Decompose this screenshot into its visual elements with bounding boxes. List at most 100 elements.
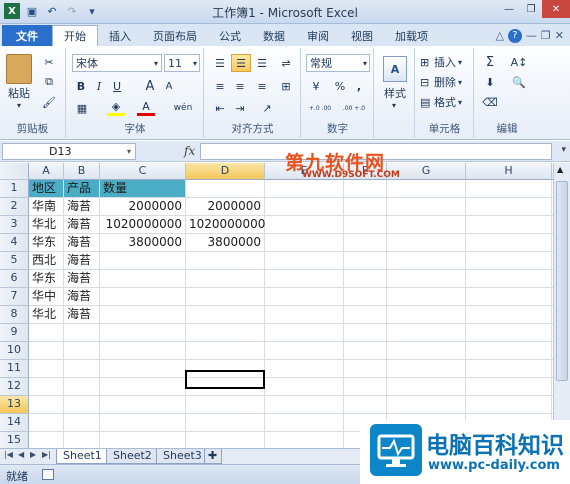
align-center-icon[interactable]: ≡ (231, 78, 249, 94)
workbook-minimize-icon[interactable]: — (526, 29, 537, 42)
paste-dropdown-icon[interactable]: ▾ (12, 100, 26, 110)
align-right-icon[interactable]: ≡ (253, 78, 271, 94)
comma-button[interactable]: , (352, 78, 366, 94)
cell[interactable]: 华南 (29, 198, 63, 215)
grow-font-button[interactable]: A (141, 78, 159, 94)
styles-icon[interactable]: A (383, 56, 407, 82)
minimize-ribbon-icon[interactable]: △ (495, 29, 503, 42)
tab-page-layout[interactable]: 页面布局 (142, 25, 208, 46)
sort-filter-icon[interactable]: A↕ (507, 54, 531, 70)
cell[interactable]: 华中 (29, 288, 63, 305)
workbook-close-icon[interactable]: ✕ (555, 29, 564, 42)
cell[interactable]: 海苔 (64, 216, 99, 233)
font-color-button[interactable]: A (137, 100, 155, 116)
expand-formula-icon[interactable]: ▾ (561, 145, 566, 155)
paste-button[interactable]: 粘贴 (2, 86, 36, 100)
last-sheet-icon[interactable]: ▶| (42, 450, 51, 459)
cell[interactable]: 华北 (29, 216, 63, 233)
cell[interactable]: 海苔 (64, 252, 99, 269)
format-painter-icon[interactable]: 🖌 (40, 94, 58, 110)
help-icon[interactable]: ? (507, 28, 522, 43)
select-all-corner[interactable] (0, 163, 29, 180)
minimize-button[interactable]: — (498, 0, 520, 18)
insert-sheet-icon[interactable]: ✚ (204, 449, 222, 464)
row-header[interactable]: 5 (0, 252, 29, 270)
sheet-tab-sheet2[interactable]: Sheet2 (106, 449, 159, 464)
wrap-text-icon[interactable]: ⇌ (277, 54, 295, 72)
decrease-indent-icon[interactable]: ⇤ (211, 100, 229, 116)
increase-indent-icon[interactable]: ⇥ (231, 100, 249, 116)
cell[interactable]: 华东 (29, 234, 63, 251)
number-format-select[interactable]: 常规 ▾ (306, 54, 370, 72)
shrink-font-button[interactable]: A (161, 78, 177, 94)
bold-button[interactable]: B (73, 78, 89, 94)
cell[interactable]: 1020000000 (186, 216, 265, 233)
tab-addins[interactable]: 加载项 (384, 25, 439, 46)
close-button[interactable]: ✕ (542, 0, 570, 18)
row-header[interactable]: 6 (0, 270, 29, 288)
row-header[interactable]: 8 (0, 306, 29, 324)
paste-icon[interactable] (6, 54, 32, 84)
font-size-select[interactable]: 11 ▾ (164, 54, 200, 72)
merge-center-icon[interactable]: ⊞ (277, 78, 295, 94)
row-header[interactable]: 1 (0, 180, 29, 198)
format-cells-button[interactable]: ▤ 格式 ▾ (420, 94, 472, 110)
cell[interactable]: 产品 (64, 180, 99, 197)
cell[interactable]: 海苔 (64, 288, 99, 305)
tab-formulas[interactable]: 公式 (208, 25, 252, 46)
restore-button[interactable]: ❐ (520, 0, 542, 18)
cell[interactable]: 西北 (29, 252, 63, 269)
column-header[interactable]: D (186, 163, 265, 180)
row-header[interactable]: 7 (0, 288, 29, 306)
align-top-icon[interactable]: ☰ (211, 54, 229, 72)
fill-icon[interactable]: ⬇ (481, 74, 499, 90)
decrease-decimal-button[interactable]: .00 +.0 (338, 100, 370, 116)
row-header[interactable]: 10 (0, 342, 29, 360)
insert-function-button[interactable]: fx (184, 144, 195, 158)
font-name-select[interactable]: 宋体 ▾ (72, 54, 162, 72)
cell[interactable]: 1020000000 (100, 216, 185, 233)
scrollbar-thumb[interactable] (556, 181, 568, 381)
autosum-button[interactable]: Σ (481, 54, 499, 70)
workbook-restore-icon[interactable]: ❐ (541, 29, 551, 42)
cell[interactable]: 3800000 (100, 234, 185, 251)
find-select-icon[interactable]: 🔍 (507, 74, 531, 90)
align-left-icon[interactable]: ≡ (211, 78, 229, 94)
cell[interactable]: 海苔 (64, 198, 99, 215)
delete-cells-button[interactable]: ⊟ 删除 ▾ (420, 74, 472, 90)
phonetic-button[interactable]: wén (171, 100, 195, 116)
cell[interactable]: 3800000 (186, 234, 264, 251)
percent-button[interactable]: % (332, 78, 348, 94)
styles-button[interactable]: 样式 (377, 86, 413, 100)
worksheet-grid[interactable]: ABCDEFGHI 1234567891011121314151617 地区产品… (0, 163, 570, 449)
prev-sheet-icon[interactable]: ◀ (18, 450, 24, 459)
scroll-up-icon[interactable]: ▲ (557, 165, 563, 174)
row-header[interactable]: 12 (0, 378, 29, 396)
row-header[interactable]: 14 (0, 414, 29, 432)
sheet-tab-sheet1[interactable]: Sheet1 (56, 449, 109, 464)
name-box[interactable]: D13 ▾ (2, 143, 136, 160)
cell[interactable]: 海苔 (64, 234, 99, 251)
italic-button[interactable]: I (91, 78, 107, 94)
insert-cells-button[interactable]: ⊞ 插入 ▾ (420, 54, 472, 70)
cell[interactable]: 华北 (29, 306, 63, 323)
tab-insert[interactable]: 插入 (98, 25, 142, 46)
copy-icon[interactable]: ⧉ (40, 74, 58, 90)
row-header[interactable]: 9 (0, 324, 29, 342)
tab-review[interactable]: 审阅 (296, 25, 340, 46)
cell[interactable]: 2000000 (186, 198, 264, 215)
column-header[interactable]: A (29, 163, 64, 180)
orientation-icon[interactable]: ↗ (257, 100, 277, 116)
currency-icon[interactable]: ¥ (306, 78, 326, 94)
row-header[interactable]: 3 (0, 216, 29, 234)
next-sheet-icon[interactable]: ▶ (30, 450, 36, 459)
vertical-scrollbar[interactable]: ▲ (553, 163, 570, 449)
fill-color-icon[interactable]: ◈ (107, 100, 125, 116)
column-header[interactable]: H (466, 163, 552, 180)
row-header[interactable]: 15 (0, 432, 29, 449)
column-header[interactable]: B (64, 163, 100, 180)
sheet-tab-sheet3[interactable]: Sheet3 (156, 449, 209, 464)
tab-data[interactable]: 数据 (252, 25, 296, 46)
cut-icon[interactable]: ✂ (40, 54, 58, 70)
row-header[interactable]: 13 (0, 396, 29, 414)
